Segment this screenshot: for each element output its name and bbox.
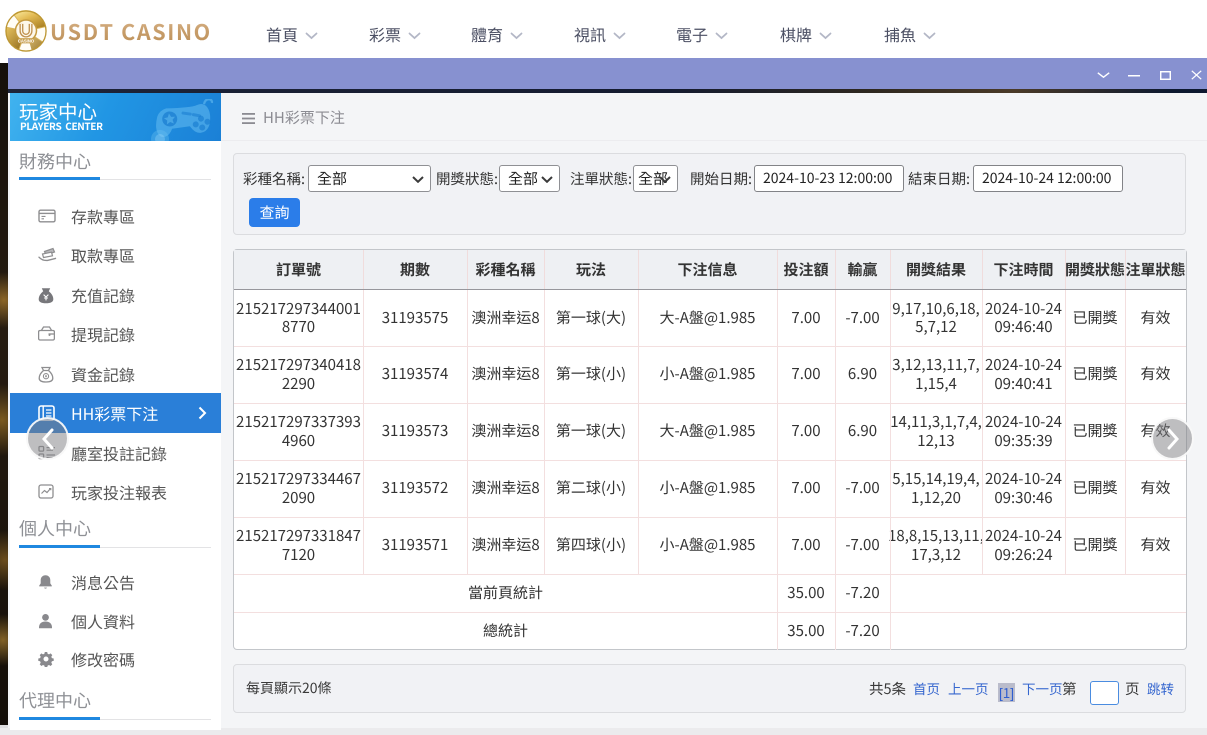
svg-text:CASINO: CASINO <box>18 38 35 43</box>
